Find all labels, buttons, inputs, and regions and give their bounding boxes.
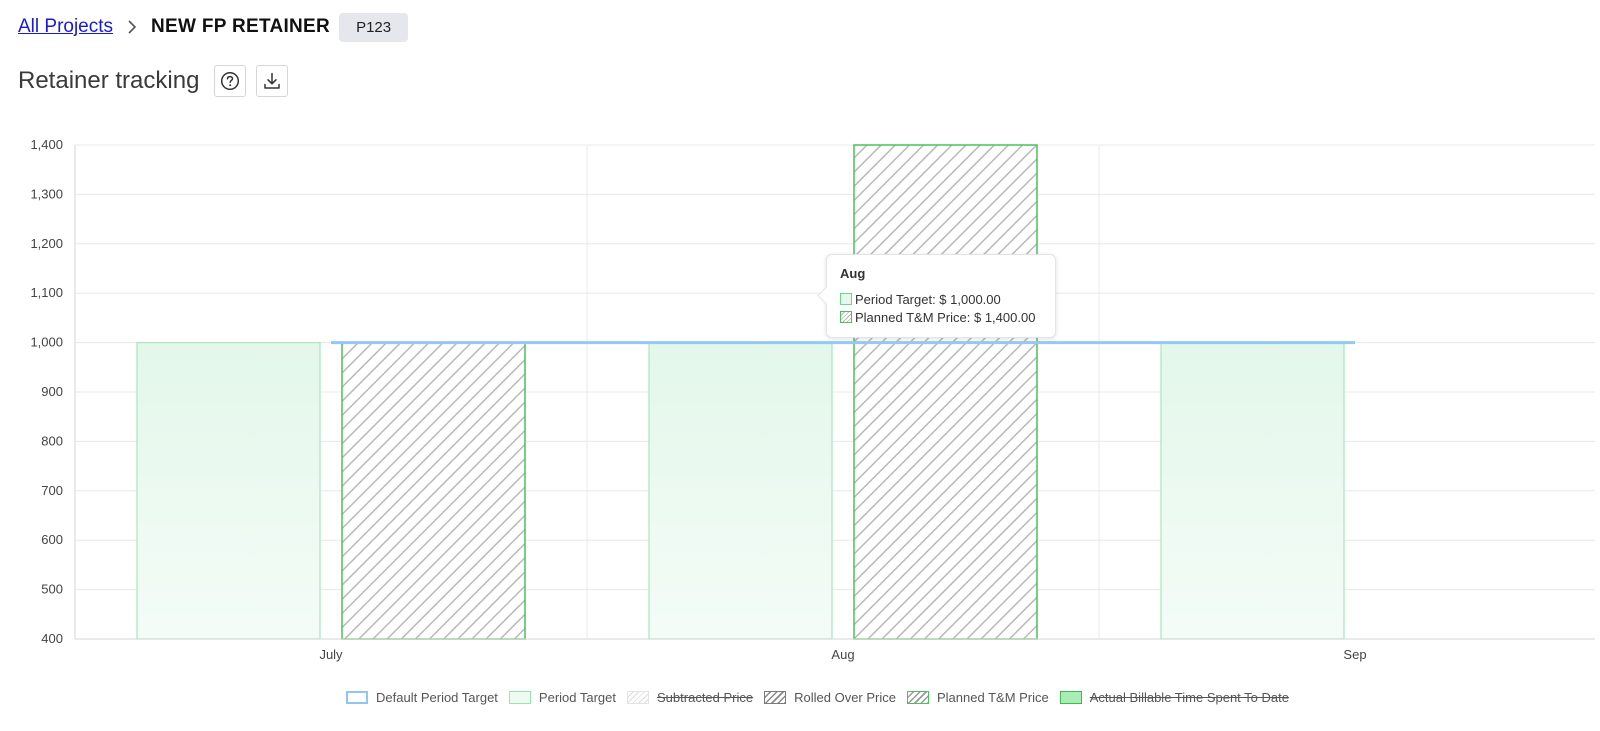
legend-subtracted-price[interactable]: Subtracted Price [627, 690, 753, 705]
legend-label: Default Period Target [376, 690, 498, 705]
y-tick-label: 1,300 [30, 186, 63, 201]
x-tick-label: Aug [831, 647, 854, 662]
legend-label: Actual Billable Time Spent To Date [1089, 690, 1289, 705]
legend-period-target[interactable]: Period Target [508, 690, 617, 705]
rolled-over-price-bar [853, 144, 1038, 640]
download-button[interactable] [256, 65, 289, 97]
legend-swatch [346, 691, 369, 704]
legend-default-period-target[interactable]: Default Period Target [346, 690, 498, 705]
y-tick-label: 600 [41, 532, 63, 547]
chevron-right-icon [127, 19, 137, 35]
tooltip-row-period-target: Period Target: $ 1,000.00 [840, 290, 1042, 308]
y-tick-label: 500 [41, 582, 63, 597]
project-name: NEW FP RETAINER [151, 16, 331, 37]
period-target-swatch [840, 293, 852, 305]
period-target-bar [1160, 342, 1345, 640]
tooltip-row-label: Planned T&M Price: $ 1,400.00 [855, 309, 1036, 325]
y-tick-label: 900 [41, 384, 63, 399]
rolled-over-price-bar [341, 341, 526, 640]
y-tick-label: 800 [41, 433, 63, 448]
all-projects-link[interactable]: All Projects [18, 16, 113, 38]
legend-actual-billable-time[interactable]: Actual Billable Time Spent To Date [1059, 690, 1289, 705]
legend-label: Subtracted Price [657, 690, 754, 705]
breadcrumb: All Projects NEW FP RETAINER P123 [18, 12, 409, 42]
legend-label: Planned T&M Price [937, 690, 1049, 705]
download-icon [264, 72, 281, 89]
legend-planned-price[interactable]: Planned T&M Price [907, 690, 1049, 705]
planned-price-swatch [840, 311, 852, 323]
x-tick-label: Sep [1343, 647, 1366, 662]
legend-swatch [508, 691, 531, 704]
retainer-chart: 400 500 600 700 800 900 1,000 1,100 1,200 1,300 1,… [30, 137, 1595, 662]
legend-swatch [907, 691, 929, 704]
y-tick-label: 1,400 [30, 137, 63, 152]
legend-label: Rolled Over Price [794, 690, 896, 705]
legend-swatch [627, 691, 650, 704]
y-tick-label: 1,000 [30, 335, 63, 350]
y-tick-label: 1,100 [30, 285, 63, 300]
tooltip-row-label: Period Target: $ 1,000.00 [855, 291, 1001, 307]
tooltip-row-planned-price: Planned T&M Price: $ 1,400.00 [840, 308, 1042, 326]
y-tick-label: 400 [41, 631, 63, 646]
title-row: Retainer tracking [18, 64, 298, 98]
y-tick-label: 700 [41, 483, 63, 498]
period-target-bar [648, 342, 833, 640]
legend-swatch [1059, 691, 1082, 704]
legend-label: Period Target [538, 690, 617, 705]
x-tick-label: July [319, 647, 343, 662]
legend-swatch [764, 691, 787, 704]
period-target-bar [136, 342, 321, 640]
legend-rolled-over-price[interactable]: Rolled Over Price [764, 690, 896, 705]
help-button[interactable] [214, 65, 247, 97]
tooltip-title: Aug [840, 266, 866, 281]
question-circle-icon [221, 71, 240, 91]
y-tick-label: 1,200 [30, 236, 63, 251]
page-title: Retainer tracking [18, 67, 200, 94]
project-code-badge: P123 [339, 12, 409, 42]
chart-tooltip: Aug Period Target: $ 1,000.00 Planned T&… [826, 254, 1056, 338]
chart-legend: Default Period Target Period Target Subt… [0, 690, 1600, 705]
